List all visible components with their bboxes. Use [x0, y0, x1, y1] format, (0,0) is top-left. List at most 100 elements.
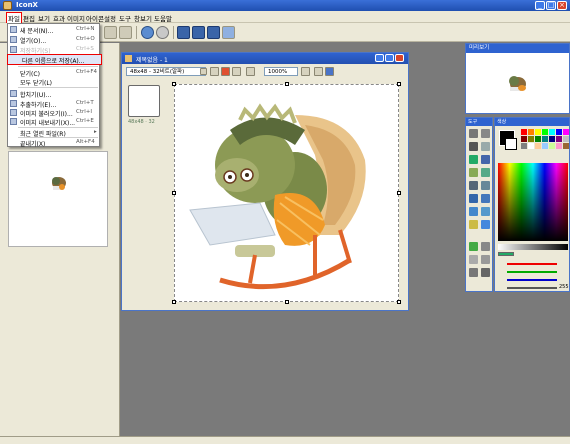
- menu-item-import-image[interactable]: 이미지 불러오기(I)... Ctrl+I: [8, 108, 101, 118]
- round-rect-tool-icon[interactable]: [469, 207, 478, 216]
- grayscale-bar[interactable]: [498, 244, 568, 250]
- pencil-tool-icon[interactable]: [481, 155, 490, 164]
- doc-maximize-button[interactable]: [385, 54, 394, 62]
- resize-handle[interactable]: [172, 300, 176, 304]
- redo-icon[interactable]: [119, 26, 132, 39]
- menu-item-exit[interactable]: 끝내기(X) Alt+F4: [8, 138, 101, 148]
- dropper-tool-icon[interactable]: [469, 220, 478, 229]
- menu-item-save-as[interactable]: 다른 이름으로 저장(A)...: [7, 54, 102, 65]
- menu-settings[interactable]: 설정: [104, 13, 116, 23]
- sharpen-tool-icon[interactable]: [481, 255, 490, 264]
- new-format-icon[interactable]: [210, 67, 219, 76]
- resize-handle[interactable]: [397, 300, 401, 304]
- rect-tool-icon[interactable]: [469, 194, 478, 203]
- palette-swatch[interactable]: [521, 129, 527, 135]
- ellipse-tool-icon[interactable]: [481, 194, 490, 203]
- palette-swatch[interactable]: [528, 143, 534, 149]
- polygon-tool-icon[interactable]: [481, 207, 490, 216]
- grid-icon[interactable]: [314, 67, 323, 76]
- apple-icon[interactable]: [156, 26, 169, 39]
- maximize-button[interactable]: □: [546, 1, 556, 10]
- green-slider[interactable]: [507, 271, 557, 273]
- resize-handle[interactable]: [397, 191, 401, 195]
- screen-icon[interactable]: [192, 26, 205, 39]
- resize-handle[interactable]: [172, 82, 176, 86]
- chart-view-icon[interactable]: [177, 26, 190, 39]
- resize-handle[interactable]: [397, 82, 401, 86]
- text-tool-icon[interactable]: [469, 142, 478, 151]
- palette-swatch[interactable]: [549, 143, 555, 149]
- palette-swatch[interactable]: [556, 136, 562, 142]
- bucket-tool-icon[interactable]: [469, 155, 478, 164]
- delete-icon[interactable]: [221, 67, 230, 76]
- palette-swatch[interactable]: [521, 136, 527, 142]
- menu-item-open[interactable]: 열기(O)... Ctrl+O: [8, 35, 101, 45]
- edit-canvas[interactable]: [174, 84, 399, 302]
- alpha-slider[interactable]: [507, 287, 557, 289]
- menu-icon[interactable]: 아이콘: [86, 13, 104, 23]
- palette-swatch[interactable]: [563, 143, 569, 149]
- recent-colors[interactable]: [498, 252, 514, 256]
- menu-image[interactable]: 이미지: [67, 13, 85, 23]
- menu-tools[interactable]: 도구: [119, 13, 131, 23]
- chevron-down-icon[interactable]: [200, 68, 207, 75]
- palette-swatch[interactable]: [528, 136, 534, 142]
- palette-swatch[interactable]: [556, 129, 562, 135]
- effect-tool-icon[interactable]: [469, 242, 478, 251]
- move-tool-icon[interactable]: [469, 268, 478, 277]
- doc-close-button[interactable]: [395, 54, 404, 62]
- menu-item-new[interactable]: 새 문서(N)... Ctrl+N: [8, 25, 101, 35]
- palette-swatch[interactable]: [528, 129, 534, 135]
- line-tool-icon[interactable]: [469, 181, 478, 190]
- menu-item-close-all[interactable]: 모두 닫기(L): [8, 77, 101, 87]
- color-spectrum[interactable]: [498, 163, 568, 241]
- palette-swatch[interactable]: [563, 136, 569, 142]
- water-drop-tool-icon[interactable]: [481, 220, 490, 229]
- zoom-out-icon[interactable]: [246, 67, 255, 76]
- select-tool-icon[interactable]: [469, 129, 478, 138]
- palette-swatch[interactable]: [556, 143, 562, 149]
- menu-help[interactable]: 도움말: [154, 13, 172, 23]
- palette-swatch[interactable]: [521, 143, 527, 149]
- menu-item-close[interactable]: 닫기(C) Ctrl+F4: [8, 68, 101, 78]
- rotate-tool-icon[interactable]: [481, 268, 490, 277]
- resize-handle[interactable]: [172, 191, 176, 195]
- menu-item-recent[interactable]: 최근 열린 파일(R) ▸: [8, 128, 101, 138]
- palette-swatch[interactable]: [535, 129, 541, 135]
- menu-effects[interactable]: 효과: [53, 13, 65, 23]
- spray-tool-icon[interactable]: [481, 168, 490, 177]
- menu-item-save[interactable]: 저장하기(S) Ctrl+S: [8, 45, 101, 55]
- palette-swatch[interactable]: [535, 136, 541, 142]
- doc-minimize-button[interactable]: [375, 54, 384, 62]
- palette-swatch[interactable]: [542, 136, 548, 142]
- copy-icon[interactable]: [232, 67, 241, 76]
- red-slider[interactable]: [507, 263, 557, 265]
- zoom-select[interactable]: 1000%: [264, 67, 298, 76]
- blur-tool-icon[interactable]: [481, 242, 490, 251]
- menu-window[interactable]: 창보기: [134, 13, 152, 23]
- menu-item-export-image[interactable]: 이미지 내보내기(X)... Ctrl+E: [8, 117, 101, 127]
- menu-edit[interactable]: 편집: [23, 13, 35, 23]
- menu-item-merge[interactable]: 합치기(U)...: [8, 89, 101, 99]
- eraser-tool-icon[interactable]: [481, 142, 490, 151]
- palette-swatch[interactable]: [542, 143, 548, 149]
- format-thumbnail[interactable]: [128, 85, 160, 117]
- crop-tool-icon[interactable]: [481, 129, 490, 138]
- zoom-in-icon[interactable]: [301, 67, 310, 76]
- minimize-button[interactable]: _: [535, 1, 545, 10]
- palette-swatch[interactable]: [549, 136, 555, 142]
- menu-item-extract[interactable]: 추출하기(E)... Ctrl+T: [8, 99, 101, 109]
- undo-icon[interactable]: [104, 26, 117, 39]
- curve-tool-icon[interactable]: [481, 181, 490, 190]
- format-select[interactable]: 48x48 - 32비트(알파): [126, 67, 206, 76]
- menu-view[interactable]: 보기: [38, 13, 50, 23]
- palette-swatch[interactable]: [535, 143, 541, 149]
- brush-tool-icon[interactable]: [469, 168, 478, 177]
- blue-slider[interactable]: [507, 279, 557, 281]
- resize-handle[interactable]: [285, 82, 289, 86]
- menu-file[interactable]: 파일: [6, 12, 22, 24]
- monitor-icon[interactable]: [207, 26, 220, 39]
- palette-swatch[interactable]: [549, 129, 555, 135]
- palette-swatch[interactable]: [563, 129, 569, 135]
- smudge-tool-icon[interactable]: [469, 255, 478, 264]
